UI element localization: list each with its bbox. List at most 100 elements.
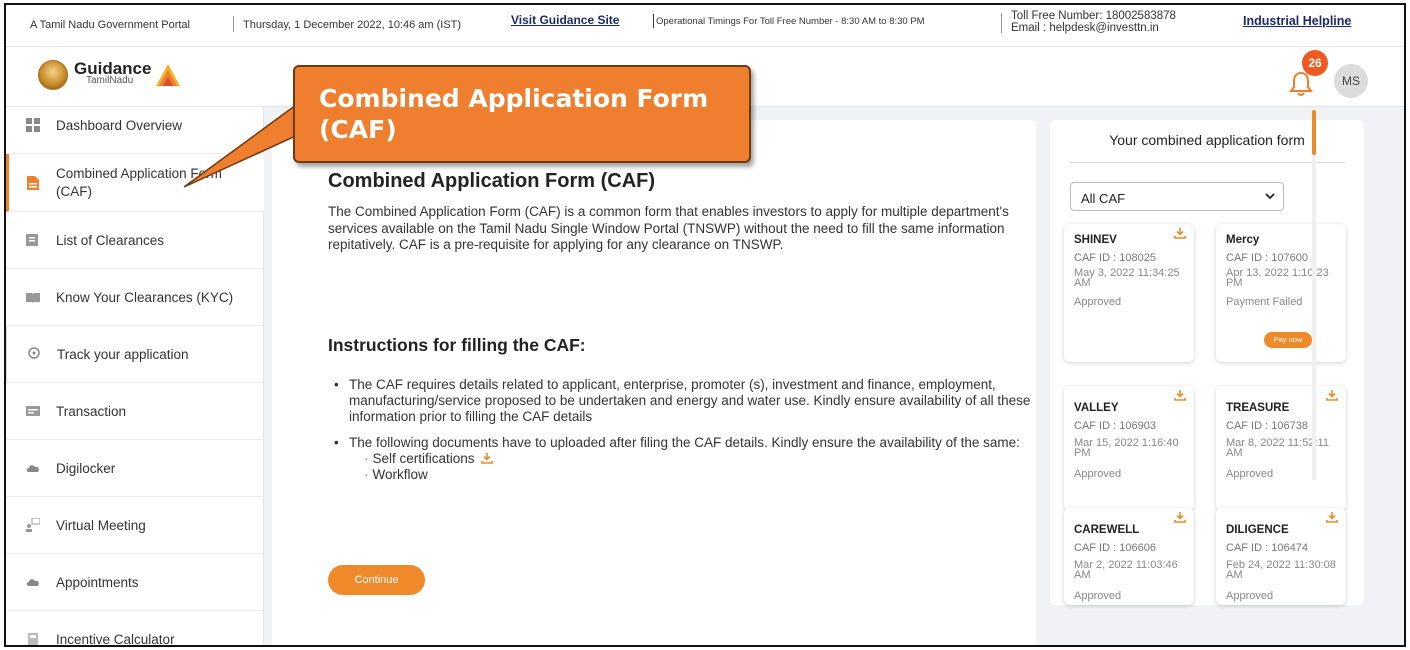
location-pin-icon bbox=[28, 347, 40, 359]
caf-date: Mar 15, 2022 1:16:40 PM bbox=[1074, 437, 1179, 459]
caf-id: CAF ID : 106474 bbox=[1226, 542, 1308, 554]
continue-button[interactable]: Continue bbox=[328, 565, 425, 595]
tn-emblem-icon bbox=[38, 60, 68, 90]
sidebar-item-clearances[interactable]: List of Clearances bbox=[6, 212, 264, 269]
instruction-item: The following documents have to uploaded… bbox=[334, 435, 1039, 483]
caf-intro-text: The Combined Application Form (CAF) is a… bbox=[328, 204, 1009, 252]
download-icon[interactable] bbox=[1174, 511, 1186, 523]
pay-now-button[interactable]: Pay now bbox=[1264, 332, 1312, 348]
divider bbox=[1070, 162, 1345, 163]
download-icon[interactable] bbox=[481, 452, 494, 464]
book-icon bbox=[26, 293, 40, 303]
screenshot-frame: A Tamil Nadu Government Portal Thursday,… bbox=[4, 3, 1406, 647]
user-avatar[interactable]: MS bbox=[1334, 64, 1368, 98]
sidebar-item-label: Transaction bbox=[56, 403, 127, 419]
transaction-icon bbox=[26, 406, 40, 416]
caf-status: Payment Failed bbox=[1226, 296, 1303, 308]
download-icon[interactable] bbox=[1174, 389, 1186, 401]
caf-card[interactable]: SHINEV CAF ID : 108025 May 3, 2022 11:34… bbox=[1064, 224, 1194, 362]
caf-name: VALLEY bbox=[1074, 402, 1119, 414]
caf-status: Approved bbox=[1074, 590, 1122, 602]
calculator-icon bbox=[28, 633, 38, 645]
caf-callout: Combined Application Form (CAF) bbox=[293, 65, 751, 163]
your-caf-panel: Your combined application form All CAF S… bbox=[1050, 120, 1364, 605]
scrollbar-thumb[interactable] bbox=[1312, 110, 1316, 155]
instruction-text: The following documents have to uploaded… bbox=[349, 435, 1020, 450]
caf-status: Approved bbox=[1074, 468, 1122, 480]
portal-name: A Tamil Nadu Government Portal bbox=[30, 19, 190, 31]
download-icon[interactable] bbox=[1326, 511, 1338, 523]
caf-date: Mar 2, 2022 11:03:46 AM bbox=[1074, 559, 1178, 581]
cloud-icon bbox=[26, 465, 39, 472]
caf-id: CAF ID : 107600 bbox=[1226, 252, 1308, 264]
caf-status: Approved bbox=[1074, 296, 1122, 308]
sidebar-item-label: Track your application bbox=[57, 346, 189, 362]
document-item: · Workflow bbox=[364, 467, 428, 482]
caf-info-card: Combined Application Form (CAF) The Comb… bbox=[272, 120, 1039, 645]
sidebar-item-label: List of Clearances bbox=[56, 232, 165, 248]
caf-filter-select[interactable]: All CAF bbox=[1070, 182, 1284, 211]
toll-free-number: Toll Free Number: 18002583878 bbox=[1011, 10, 1176, 22]
sidebar-item-transaction[interactable]: Transaction bbox=[6, 383, 264, 440]
caf-name: SHINEV bbox=[1074, 234, 1117, 246]
meeting-icon bbox=[26, 518, 40, 532]
caf-list-scrollbar[interactable] bbox=[1312, 110, 1316, 480]
sidebar-item-virtual-meeting[interactable]: Virtual Meeting bbox=[6, 497, 264, 554]
caf-status: Approved bbox=[1226, 590, 1274, 602]
operational-timings: Operational Timings For Toll Free Number… bbox=[656, 16, 925, 27]
contact-info: Toll Free Number: 18002583878 Email : he… bbox=[1011, 10, 1176, 34]
guidance-site-link[interactable]: Visit Guidance Site bbox=[511, 13, 619, 27]
caf-date: Feb 24, 2022 11:30:08 AM bbox=[1226, 559, 1336, 581]
industrial-helpline-link[interactable]: Industrial Helpline bbox=[1243, 14, 1351, 28]
download-icon[interactable] bbox=[1174, 227, 1186, 239]
sidebar-item-track[interactable]: Track your application bbox=[6, 326, 264, 383]
document-name: Self certifications bbox=[372, 451, 475, 466]
guidance-logo[interactable]: Guidance TamilNadu bbox=[38, 59, 181, 91]
divider bbox=[233, 16, 234, 32]
caf-card[interactable]: TREASURE CAF ID : 106738 Mar 8, 2022 11:… bbox=[1216, 386, 1346, 511]
current-datetime: Thursday, 1 December 2022, 10:46 am (IST… bbox=[243, 19, 462, 31]
logo-flag-icon bbox=[156, 64, 181, 86]
notification-count-badge: 26 bbox=[1302, 50, 1328, 76]
sidebar-item-appointments[interactable]: Appointments bbox=[6, 554, 264, 611]
caf-id: CAF ID : 106903 bbox=[1074, 420, 1156, 432]
sidebar-item-label: Appointments bbox=[56, 574, 139, 590]
sidebar-item-label: Digilocker bbox=[56, 460, 116, 476]
chevron-down-icon bbox=[1265, 193, 1275, 200]
document-item[interactable]: · Self certifications bbox=[349, 451, 1039, 467]
caf-card[interactable]: Mercy CAF ID : 107600 Apr 13, 2022 1:10:… bbox=[1216, 224, 1346, 362]
sidebar-item-kyc[interactable]: Know Your Clearances (KYC) bbox=[6, 269, 264, 326]
caf-date: May 3, 2022 11:34:25 AM bbox=[1074, 267, 1180, 289]
sidebar-item-digilocker[interactable]: Digilocker bbox=[6, 440, 264, 497]
caf-card[interactable]: VALLEY CAF ID : 106903 Mar 15, 2022 1:16… bbox=[1064, 386, 1194, 511]
dashboard-icon bbox=[26, 118, 40, 132]
caf-card[interactable]: DILIGENCE CAF ID : 106474 Feb 24, 2022 1… bbox=[1216, 508, 1346, 605]
helpdesk-email: Email : helpdesk@investtn.in bbox=[1011, 22, 1159, 34]
sidebar-item-label: Virtual Meeting bbox=[56, 517, 146, 533]
instructions-list: The CAF requires details related to appl… bbox=[334, 377, 1039, 483]
caf-status: Approved bbox=[1226, 468, 1274, 480]
caf-name: TREASURE bbox=[1226, 402, 1290, 414]
caf-name: Mercy bbox=[1226, 234, 1260, 246]
caf-date: Apr 13, 2022 1:10:23 PM bbox=[1226, 267, 1329, 289]
page-title: Combined Application Form (CAF) bbox=[328, 170, 656, 192]
divider bbox=[653, 14, 654, 28]
caf-id: CAF ID : 108025 bbox=[1074, 252, 1156, 264]
document-name: Workflow bbox=[372, 467, 428, 482]
caf-card[interactable]: CAREWELL CAF ID : 106606 Mar 2, 2022 11:… bbox=[1064, 508, 1194, 605]
filter-selected-value: All CAF bbox=[1081, 191, 1126, 206]
caf-id: CAF ID : 106606 bbox=[1074, 542, 1156, 554]
sidebar-item-incentive-calculator[interactable]: Incentive Calculator bbox=[6, 611, 264, 645]
list-icon bbox=[26, 234, 38, 246]
callout-text: Combined Application Form (CAF) bbox=[319, 84, 709, 144]
top-info-bar: A Tamil Nadu Government Portal Thursday,… bbox=[6, 5, 1404, 47]
cloud-icon bbox=[26, 579, 39, 586]
divider bbox=[1001, 13, 1002, 33]
download-icon[interactable] bbox=[1326, 389, 1338, 401]
caf-date: Mar 8, 2022 11:52:11 AM bbox=[1226, 437, 1329, 459]
document-icon bbox=[27, 175, 39, 190]
panel-title: Your combined application form bbox=[1109, 132, 1305, 148]
instructions-heading: Instructions for filling the CAF: bbox=[328, 335, 586, 355]
caf-name: DILIGENCE bbox=[1226, 524, 1289, 536]
sidebar-item-label: Know Your Clearances (KYC) bbox=[56, 289, 234, 305]
